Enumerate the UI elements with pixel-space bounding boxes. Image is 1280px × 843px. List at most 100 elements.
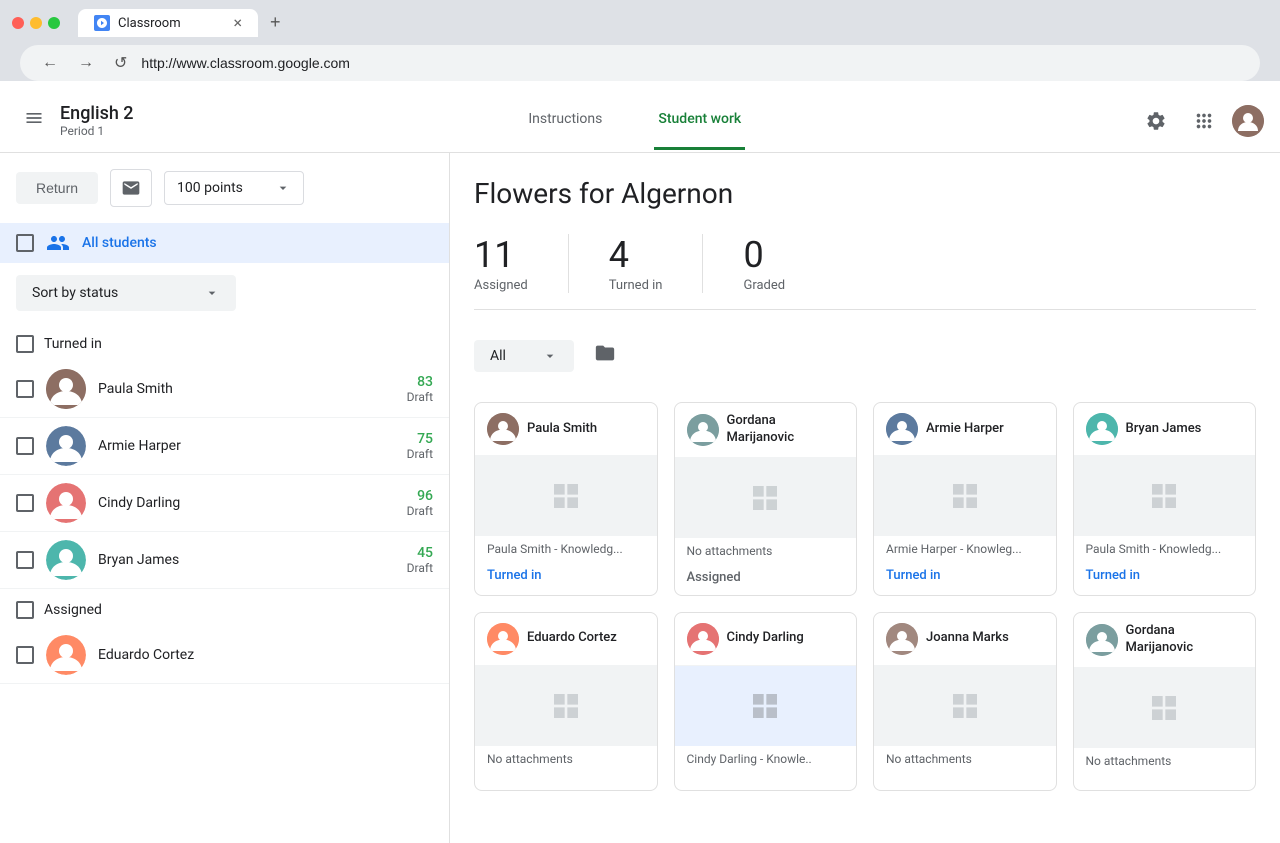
- card-eduardo-avatar: [487, 623, 519, 655]
- card-joanna-thumb: [874, 666, 1056, 746]
- card-bryan-name: Bryan James: [1126, 421, 1202, 438]
- card-joanna-status: [874, 772, 1056, 788]
- menu-button[interactable]: [16, 100, 52, 142]
- traffic-light-red[interactable]: [12, 17, 24, 29]
- graded-count: 0: [743, 234, 785, 276]
- active-tab[interactable]: Classroom ×: [78, 9, 258, 37]
- folder-button[interactable]: [586, 334, 624, 378]
- tab-close-button[interactable]: ×: [233, 15, 242, 31]
- stats-row: 11 Assigned 4 Turned in 0 Graded: [474, 234, 1256, 310]
- card-gordana-name: Gordana Marijanovic: [727, 413, 845, 447]
- assigned-count: 11: [474, 234, 528, 276]
- card-gordana2[interactable]: Gordana Marijanovic No attachments: [1073, 612, 1257, 791]
- armie-name: Armie Harper: [98, 438, 395, 454]
- mail-button[interactable]: [110, 169, 152, 207]
- app-logo: English 2 Period 1: [60, 103, 134, 138]
- card-eduardo-name: Eduardo Cortez: [527, 630, 617, 647]
- new-tab-button[interactable]: +: [262, 8, 289, 37]
- cindy-checkbox[interactable]: [16, 494, 34, 512]
- stat-turned-in: 4 Turned in: [568, 234, 703, 293]
- assigned-checkbox[interactable]: [16, 601, 34, 619]
- app-header: English 2 Period 1 Instructions Student …: [0, 89, 1280, 153]
- student-row-cindy[interactable]: Cindy Darling 96 Draft: [0, 475, 449, 532]
- apps-button[interactable]: [1184, 101, 1224, 141]
- card-gordana-status: Assigned: [675, 564, 857, 595]
- card-cindy-avatar: [687, 623, 719, 655]
- card-cindy-name: Cindy Darling: [727, 630, 804, 647]
- turned-in-label: Turned in: [609, 278, 663, 293]
- traffic-light-yellow[interactable]: [30, 17, 42, 29]
- card-bryan[interactable]: Bryan James Paula Smith - Knowledg... Tu…: [1073, 402, 1257, 596]
- student-row-bryan[interactable]: Bryan James 45 Draft: [0, 532, 449, 589]
- eduardo-checkbox[interactable]: [16, 646, 34, 664]
- group-icon: [46, 231, 70, 255]
- tab-favicon: [94, 15, 110, 31]
- card-cindy-file: Cindy Darling - Knowle..: [675, 746, 857, 772]
- app-name: English 2: [60, 103, 134, 124]
- student-row-eduardo[interactable]: Eduardo Cortez: [0, 627, 449, 684]
- back-button[interactable]: ←: [36, 52, 64, 74]
- armie-checkbox[interactable]: [16, 437, 34, 455]
- all-students-checkbox[interactable]: [16, 234, 34, 252]
- card-cindy-header: Cindy Darling: [675, 613, 857, 666]
- header-nav: Instructions Student work: [134, 91, 1136, 150]
- stat-assigned: 11 Assigned: [474, 234, 568, 293]
- card-gordana2-avatar: [1086, 624, 1118, 656]
- card-paula-avatar: [487, 413, 519, 445]
- turned-in-label: Turned in: [44, 336, 102, 352]
- card-joanna-file: No attachments: [874, 746, 1056, 772]
- cards-grid: Paula Smith Paula Smith - Knowledg... Tu…: [474, 402, 1256, 791]
- sort-selector[interactable]: Sort by status: [16, 275, 236, 311]
- card-bryan-status: Turned in: [1074, 562, 1256, 593]
- card-bryan-header: Bryan James: [1074, 403, 1256, 456]
- filter-row: All: [474, 334, 1256, 378]
- card-armie[interactable]: Armie Harper Armie Harper - Knowleg... T…: [873, 402, 1057, 596]
- traffic-light-green[interactable]: [48, 17, 60, 29]
- card-eduardo-thumb: [475, 666, 657, 746]
- assigned-section-header: Assigned: [0, 589, 449, 627]
- card-paula-header: Paula Smith: [475, 403, 657, 456]
- card-joanna-avatar: [886, 623, 918, 655]
- return-button[interactable]: Return: [16, 172, 98, 204]
- paula-checkbox[interactable]: [16, 380, 34, 398]
- nav-instructions[interactable]: Instructions: [524, 91, 606, 150]
- card-armie-file: Armie Harper - Knowleg...: [874, 536, 1056, 562]
- all-students-label: All students: [82, 235, 157, 251]
- points-selector[interactable]: 100 points: [164, 171, 304, 205]
- refresh-button[interactable]: ↺: [108, 51, 133, 75]
- card-paula-file: Paula Smith - Knowledg...: [475, 536, 657, 562]
- cindy-grade: 96 Draft: [407, 488, 433, 518]
- student-row-armie[interactable]: Armie Harper 75 Draft: [0, 418, 449, 475]
- content-area: Flowers for Algernon 11 Assigned 4 Turne…: [450, 153, 1280, 843]
- bryan-checkbox[interactable]: [16, 551, 34, 569]
- card-bryan-avatar: [1086, 413, 1118, 445]
- card-eduardo-file: No attachments: [475, 746, 657, 772]
- all-students-row[interactable]: All students: [0, 223, 449, 263]
- armie-grade: 75 Draft: [407, 431, 433, 461]
- card-paula[interactable]: Paula Smith Paula Smith - Knowledg... Tu…: [474, 402, 658, 596]
- card-joanna-header: Joanna Marks: [874, 613, 1056, 666]
- graded-label: Graded: [743, 278, 785, 293]
- nav-student-work[interactable]: Student work: [654, 91, 745, 150]
- user-avatar[interactable]: [1232, 105, 1264, 137]
- card-gordana-file: No attachments: [675, 538, 857, 564]
- turned-in-checkbox[interactable]: [16, 335, 34, 353]
- card-eduardo[interactable]: Eduardo Cortez No attachments: [474, 612, 658, 791]
- forward-button[interactable]: →: [72, 52, 100, 74]
- paula-avatar: [46, 369, 86, 409]
- settings-button[interactable]: [1136, 101, 1176, 141]
- card-armie-thumb: [874, 456, 1056, 536]
- card-gordana[interactable]: Gordana Marijanovic No attachments Assig…: [674, 402, 858, 596]
- student-row-paula[interactable]: Paula Smith 83 Draft: [0, 361, 449, 418]
- url-input[interactable]: [141, 55, 1244, 71]
- card-cindy[interactable]: Cindy Darling Cindy Darling - Knowle..: [674, 612, 858, 791]
- cindy-avatar: [46, 483, 86, 523]
- bryan-avatar: [46, 540, 86, 580]
- sidebar-toolbar: Return 100 points: [0, 153, 449, 223]
- card-gordana2-thumb: [1074, 668, 1256, 748]
- filter-selector[interactable]: All: [474, 340, 574, 372]
- card-paula-thumb: [475, 456, 657, 536]
- card-joanna[interactable]: Joanna Marks No attachments: [873, 612, 1057, 791]
- bryan-grade: 45 Draft: [407, 545, 433, 575]
- card-gordana2-file: No attachments: [1074, 748, 1256, 774]
